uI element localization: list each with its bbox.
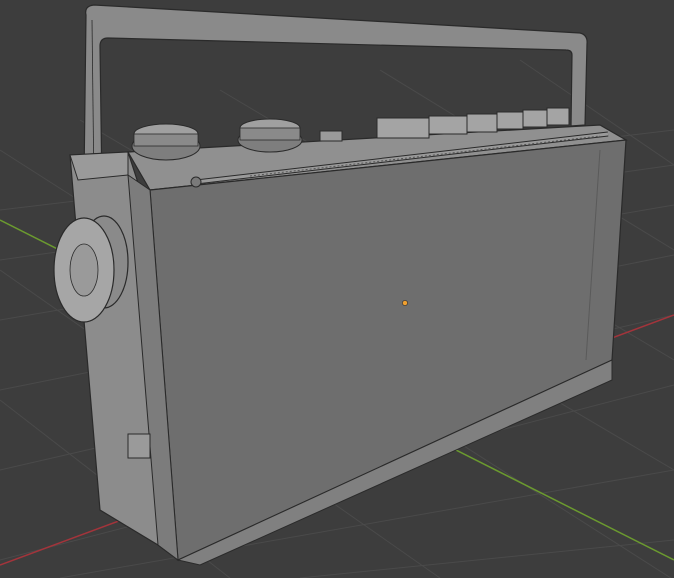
preset-button[interactable] <box>546 107 570 126</box>
side-button[interactable] <box>127 433 151 459</box>
preset-button[interactable] <box>522 109 548 128</box>
object-origin-dot <box>402 300 408 306</box>
volume-knob[interactable] <box>131 123 201 161</box>
tuning-knob[interactable] <box>237 118 303 153</box>
preset-button[interactable] <box>376 117 430 139</box>
preset-button[interactable] <box>496 111 524 130</box>
preset-button[interactable] <box>428 115 468 135</box>
preset-button[interactable] <box>466 113 498 133</box>
3d-viewport[interactable] <box>0 0 674 578</box>
top-switch[interactable] <box>319 130 343 142</box>
